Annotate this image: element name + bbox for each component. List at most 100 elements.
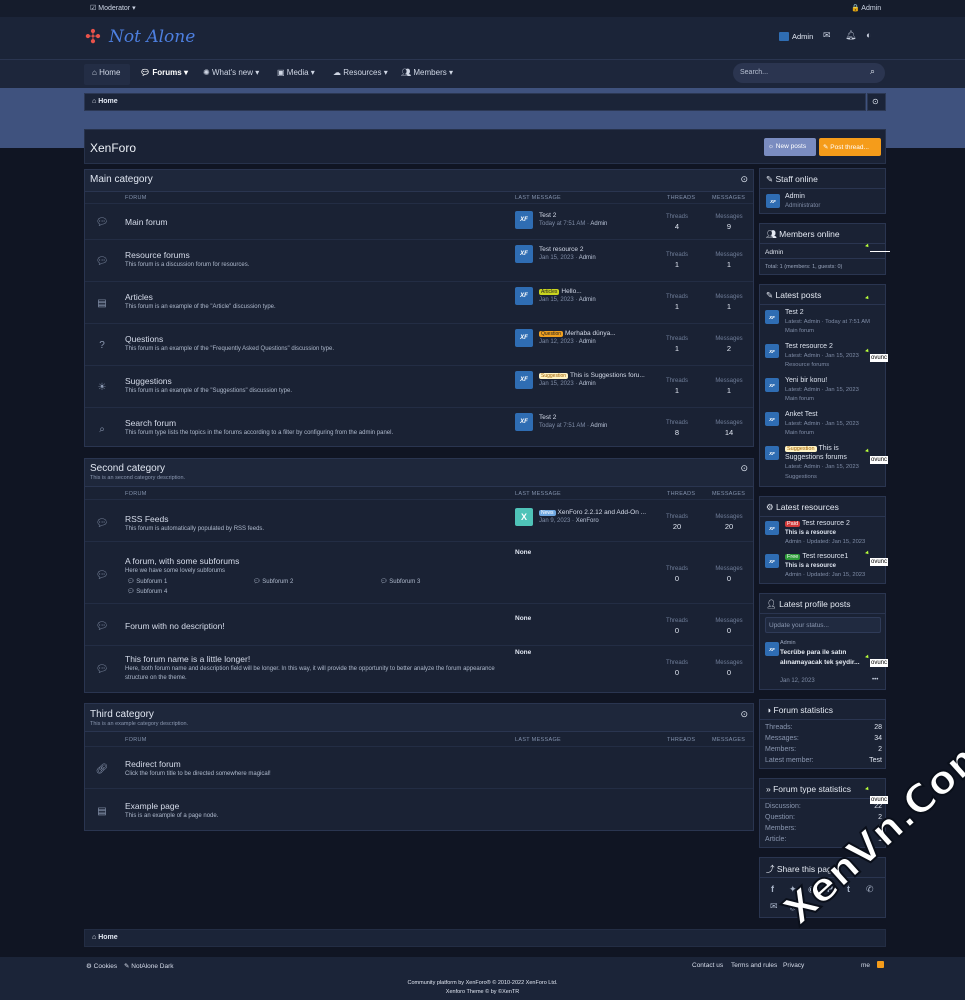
forum-row[interactable]: 🔗︎ Redirect forum Click the forum title … [85, 746, 753, 788]
category-header[interactable]: Third category ⊙ This is an example catego… [85, 704, 753, 732]
whatsapp-icon[interactable]: ✆ [866, 884, 874, 895]
user-avatar[interactable] [779, 32, 789, 41]
last-title[interactable]: Question Merhaba dünya... [539, 330, 616, 337]
resource-title[interactable]: Paid Test resource 2 [785, 520, 850, 527]
last-user[interactable]: Admin [579, 255, 596, 261]
forum-title[interactable]: Search forum [125, 418, 176, 428]
admin-link[interactable]: 🔒 Admin [851, 4, 881, 12]
post-title[interactable]: Anket Test [785, 411, 818, 418]
nav-members[interactable]: 👥︎ Members ▾ [401, 68, 453, 77]
category-header[interactable]: Main category ⊙ [85, 170, 753, 192]
avatar[interactable]: XF [765, 344, 779, 358]
forum-row[interactable]: 💬︎ A forum, with some subforums Here we … [85, 541, 753, 603]
theme-toggle-icon[interactable]: ◐ [866, 30, 871, 40]
logo-text[interactable]: Not Alone [109, 27, 195, 47]
last-title[interactable]: Test 2 [539, 212, 556, 219]
home-link[interactable]: me [861, 962, 870, 969]
resource-title[interactable]: Free Test resource1 [785, 553, 848, 560]
post-forum[interactable]: Suggestions [785, 474, 817, 480]
nav-media[interactable]: ▣ Media ▾ [277, 68, 315, 77]
post-forum[interactable]: Main forum [785, 328, 814, 334]
forum-row[interactable]: 💬︎ Resource forums This forum is a discu… [85, 239, 753, 281]
nav-whats-new[interactable]: ✺ What's new ▾ [203, 68, 259, 77]
last-title[interactable]: Test resource 2 [539, 246, 583, 253]
moderator-menu[interactable]: ☑ Moderator ▾ [90, 4, 136, 12]
forum-row[interactable]: ☀ Suggestions This forum is an example o… [85, 365, 753, 407]
last-user[interactable]: Admin [579, 339, 596, 345]
inbox-icon[interactable]: ✉ [823, 30, 831, 41]
pinterest-icon[interactable]: P [827, 884, 833, 894]
avatar[interactable]: XF [515, 211, 533, 229]
email-icon[interactable]: ✉ [770, 901, 778, 912]
forum-title[interactable]: Main forum [125, 217, 168, 227]
more-icon[interactable]: ••• [872, 677, 878, 683]
post-title[interactable]: Suggestion This is [785, 445, 839, 452]
last-title[interactable]: Articles Hello... [539, 288, 582, 295]
latest-post-item[interactable]: XF Anket Test Latest: Admin · Jan 15, 2023… [765, 409, 883, 441]
subforum-link[interactable]: 💬︎ Subforum 3 [380, 578, 420, 585]
last-title[interactable]: Test 2 [539, 414, 556, 421]
last-user[interactable]: XenForo [576, 518, 599, 524]
forum-title[interactable]: Suggestions [125, 376, 172, 386]
bell-icon[interactable]: 🔔︎ [845, 30, 856, 41]
avatar[interactable]: X [515, 508, 533, 526]
forum-row[interactable]: 💬︎ Forum with no description! None Threa… [85, 603, 753, 645]
forum-row[interactable]: ▤ Example page This is an example of a p… [85, 788, 753, 830]
new-posts-button[interactable]: ☼ New posts [764, 138, 816, 156]
rss-icon[interactable] [877, 961, 884, 968]
forum-title[interactable]: RSS Feeds [125, 514, 168, 524]
twitter-icon[interactable]: ✦ [789, 884, 797, 895]
resource-item[interactable]: XF Free Test resource1 This is a resource Ad… [765, 552, 883, 584]
category-header[interactable]: Second category ⊙ This is an second catego… [85, 459, 753, 487]
cookies-link[interactable]: ⚙ Cookies [86, 962, 117, 970]
logo-icon[interactable]: ✣ [85, 26, 101, 49]
avatar[interactable]: XF [765, 412, 779, 426]
sidebar-toggle-button[interactable]: ⊙ [867, 93, 886, 111]
member-name[interactable]: Admin [765, 249, 783, 256]
resource-item[interactable]: XF Paid Test resource 2 This is a resource A… [765, 519, 883, 551]
reddit-icon[interactable]: ◉ [808, 884, 816, 895]
forum-title[interactable]: Resource forums [125, 250, 190, 260]
breadcrumb-home[interactable]: ⌂ Home [92, 98, 118, 105]
nav-home[interactable]: ⌂ Home [92, 68, 120, 77]
forum-title[interactable]: Example page [125, 801, 179, 811]
avatar[interactable]: XF [765, 642, 779, 656]
avatar[interactable]: XF [765, 378, 779, 392]
avatar[interactable]: XF [515, 287, 533, 305]
forum-title[interactable]: Questions [125, 334, 163, 344]
privacy-link[interactable]: Privacy [783, 962, 804, 969]
profile-post-user[interactable]: Admin [780, 640, 796, 646]
contact-link[interactable]: Contact us [692, 962, 723, 969]
last-user[interactable]: Admin [590, 423, 607, 429]
latest-post-item[interactable]: XF Yeni bir konu! Latest: Admin · Jan 15, … [765, 375, 883, 407]
post-title[interactable]: Test resource 2 [785, 343, 833, 350]
post-forum[interactable]: Main forum [785, 430, 814, 436]
forum-row[interactable]: ? Questions This forum is an example of … [85, 323, 753, 365]
avatar[interactable]: XF [765, 310, 779, 324]
forum-title[interactable]: Articles [125, 292, 153, 302]
post-title[interactable]: Yeni bir konu! [785, 377, 827, 384]
avatar[interactable]: XF [515, 245, 533, 263]
forum-title[interactable]: Redirect forum [125, 759, 181, 769]
last-user[interactable]: Admin [579, 381, 596, 387]
avatar[interactable]: XF [515, 413, 533, 431]
last-user[interactable]: Admin [590, 221, 607, 227]
forum-title[interactable]: A forum, with some subforums [125, 556, 239, 566]
avatar[interactable]: XF [515, 371, 533, 389]
avatar[interactable]: XF [765, 554, 779, 568]
post-title-cont[interactable]: Suggestions forums [785, 454, 847, 461]
last-title[interactable]: News XenForo 2.2.12 and Add-On ... [539, 509, 646, 516]
avatar[interactable]: XF [765, 446, 779, 460]
collapse-icon[interactable]: ⊙ [740, 463, 748, 474]
link-icon[interactable]: 🔗︎ [789, 901, 800, 912]
post-forum[interactable]: Resource forums [785, 362, 829, 368]
status-input[interactable]: Update your status... [765, 617, 881, 633]
avatar[interactable]: XF [515, 329, 533, 347]
facebook-icon[interactable]: f [771, 884, 774, 894]
search-box[interactable]: Search... ⌕ [733, 63, 885, 83]
forum-row[interactable]: ▤ Articles This forum is an example of t… [85, 281, 753, 323]
post-thread-button[interactable]: ✎ Post thread... [819, 138, 881, 156]
forum-title[interactable]: This forum name is a little longer! [125, 654, 250, 664]
style-chooser[interactable]: ✎ NotAlone Dark [124, 962, 174, 970]
subforum-link[interactable]: 💬︎ Subforum 1 [127, 578, 167, 585]
